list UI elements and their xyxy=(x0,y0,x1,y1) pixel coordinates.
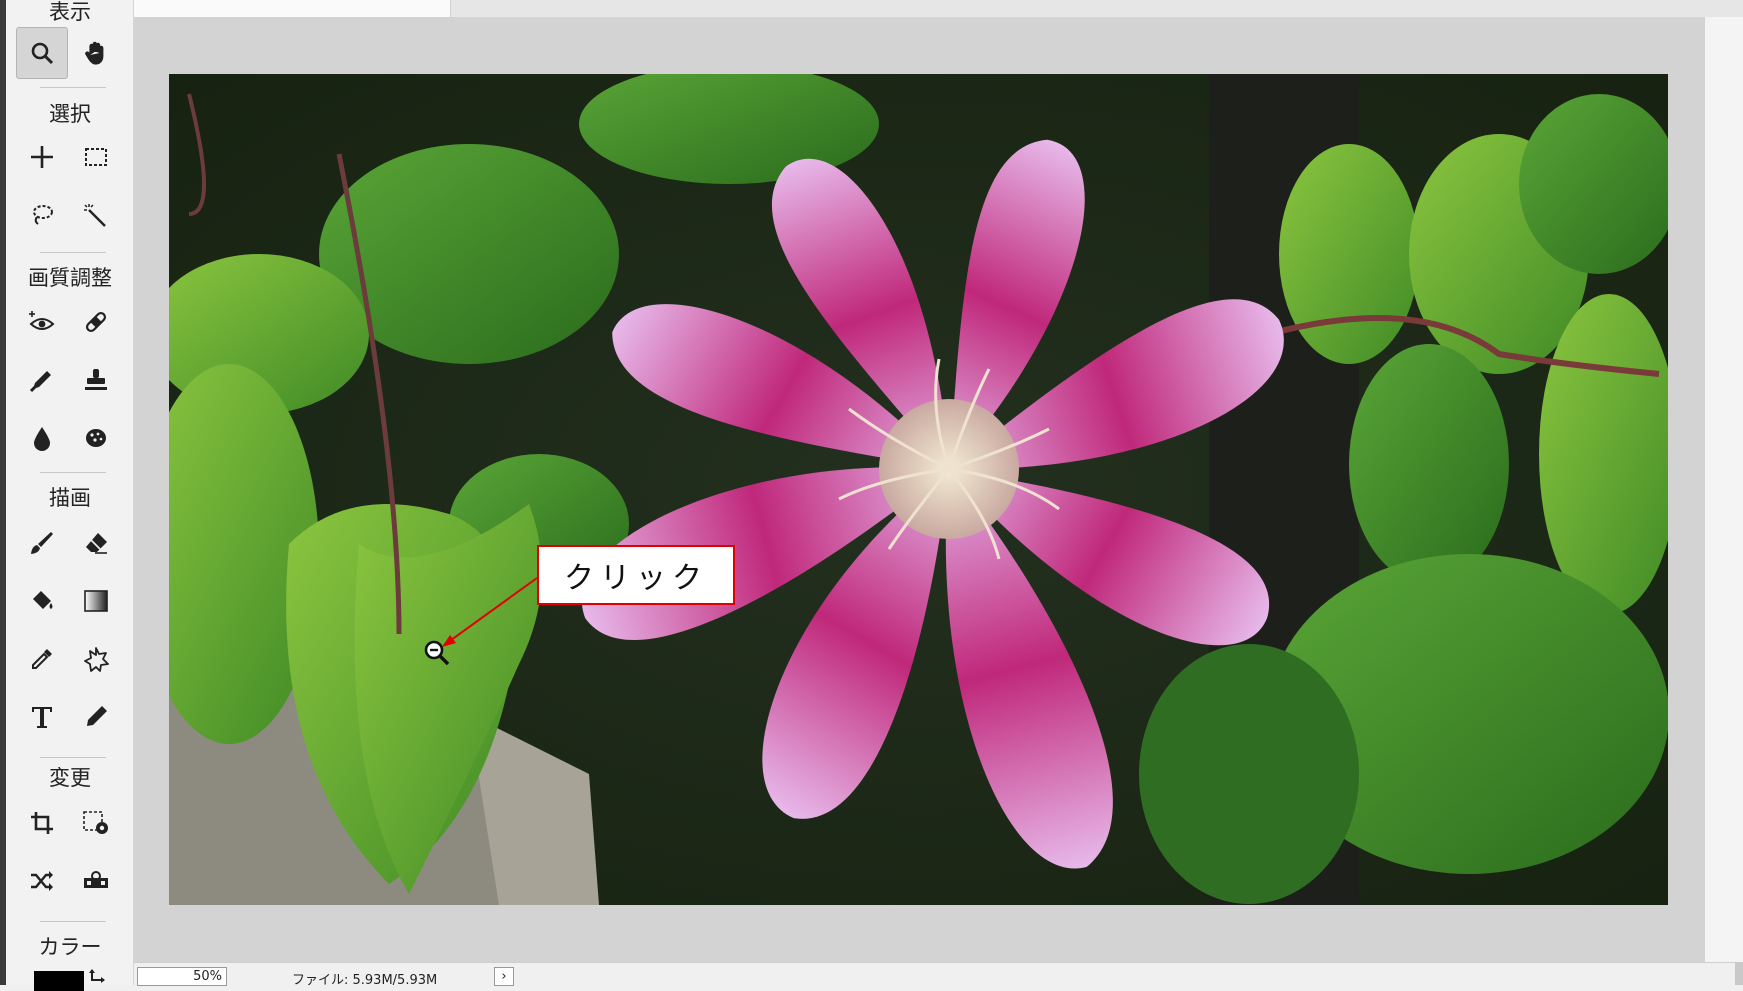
section-label-select: 選択 xyxy=(49,102,91,126)
shuffle-icon xyxy=(31,871,53,891)
shuffle-tool[interactable] xyxy=(16,855,68,907)
bandage-tool[interactable] xyxy=(70,296,122,348)
stamp-icon xyxy=(85,369,107,390)
flower-photo xyxy=(169,74,1668,905)
bandage-icon xyxy=(85,311,107,333)
lasso-tool[interactable] xyxy=(16,189,68,241)
status-bar: 50% ファイル: 5.93M/5.93M › xyxy=(134,962,1735,988)
move-tool[interactable] xyxy=(16,131,68,183)
divider xyxy=(40,252,106,253)
section-label-transform: 変更 xyxy=(49,766,91,790)
section-label-adjust: 画質調整 xyxy=(28,266,112,290)
hand-tool[interactable] xyxy=(70,27,122,79)
canvas-image[interactable] xyxy=(169,74,1668,905)
text-tool[interactable] xyxy=(16,691,68,743)
zoom-out-cursor-icon xyxy=(424,640,450,666)
stamp-tool[interactable] xyxy=(70,354,122,406)
sponge-tool[interactable] xyxy=(70,412,122,464)
section-label-view: 表示 xyxy=(49,0,91,24)
bucket-icon xyxy=(33,591,53,609)
divider xyxy=(40,87,106,88)
divider xyxy=(40,757,106,758)
section-label-color: カラー xyxy=(38,935,102,959)
red-eye-icon xyxy=(29,311,55,330)
sponge-icon xyxy=(86,429,106,447)
hand-icon xyxy=(85,41,104,65)
red-eye-tool[interactable] xyxy=(16,296,68,348)
rect-select-icon xyxy=(85,148,107,166)
zoom-icon xyxy=(31,42,54,65)
foreground-color-swatch[interactable] xyxy=(34,971,84,991)
crop-icon xyxy=(31,812,53,834)
rect-select-tool[interactable] xyxy=(70,131,122,183)
divider xyxy=(40,921,106,922)
section-label-draw: 描画 xyxy=(49,486,91,510)
gradient-icon xyxy=(84,590,108,612)
document-tab-strip xyxy=(134,0,1743,17)
zoom-tool[interactable] xyxy=(16,27,68,79)
mask-icon xyxy=(84,871,108,888)
scrollbar-corner xyxy=(1735,962,1743,985)
pencil-icon xyxy=(87,706,107,726)
magic-wand-tool[interactable] xyxy=(70,189,122,241)
text-icon xyxy=(32,707,52,728)
document-tab[interactable] xyxy=(134,0,451,17)
brush-tool[interactable] xyxy=(16,517,68,569)
eraser-tool[interactable] xyxy=(70,517,122,569)
bucket-tool[interactable] xyxy=(16,575,68,627)
eyedropper-icon xyxy=(32,649,52,669)
mask-tool[interactable] xyxy=(70,855,122,907)
zoom-level-field[interactable]: 50% xyxy=(137,967,227,986)
brush-fix-icon xyxy=(29,371,51,393)
eraser-icon xyxy=(86,533,107,554)
tool-panel: 表示 選択 画質調整 描画 変更 カラー xyxy=(0,0,134,991)
gradient-tool[interactable] xyxy=(70,575,122,627)
shape-icon xyxy=(84,647,109,672)
brush-fix-tool[interactable] xyxy=(16,354,68,406)
move-icon xyxy=(31,146,53,168)
vertical-scrollbar[interactable] xyxy=(1705,17,1743,962)
drop-tool[interactable] xyxy=(16,412,68,464)
file-size-info: ファイル: 5.93M/5.93M xyxy=(292,973,438,988)
shape-tool[interactable] xyxy=(70,633,122,685)
pencil-tool[interactable] xyxy=(70,691,122,743)
brush-icon xyxy=(31,532,53,554)
divider xyxy=(40,472,106,473)
canvas-settings-icon xyxy=(83,811,108,834)
eyedropper-tool[interactable] xyxy=(16,633,68,685)
click-callout: クリック xyxy=(537,545,735,605)
canvas-settings-tool[interactable] xyxy=(70,797,122,849)
drop-icon xyxy=(34,427,50,451)
crop-tool[interactable] xyxy=(16,797,68,849)
status-expand-button[interactable]: › xyxy=(494,967,514,986)
lasso-icon xyxy=(33,205,53,225)
magic-wand-icon xyxy=(84,204,106,227)
